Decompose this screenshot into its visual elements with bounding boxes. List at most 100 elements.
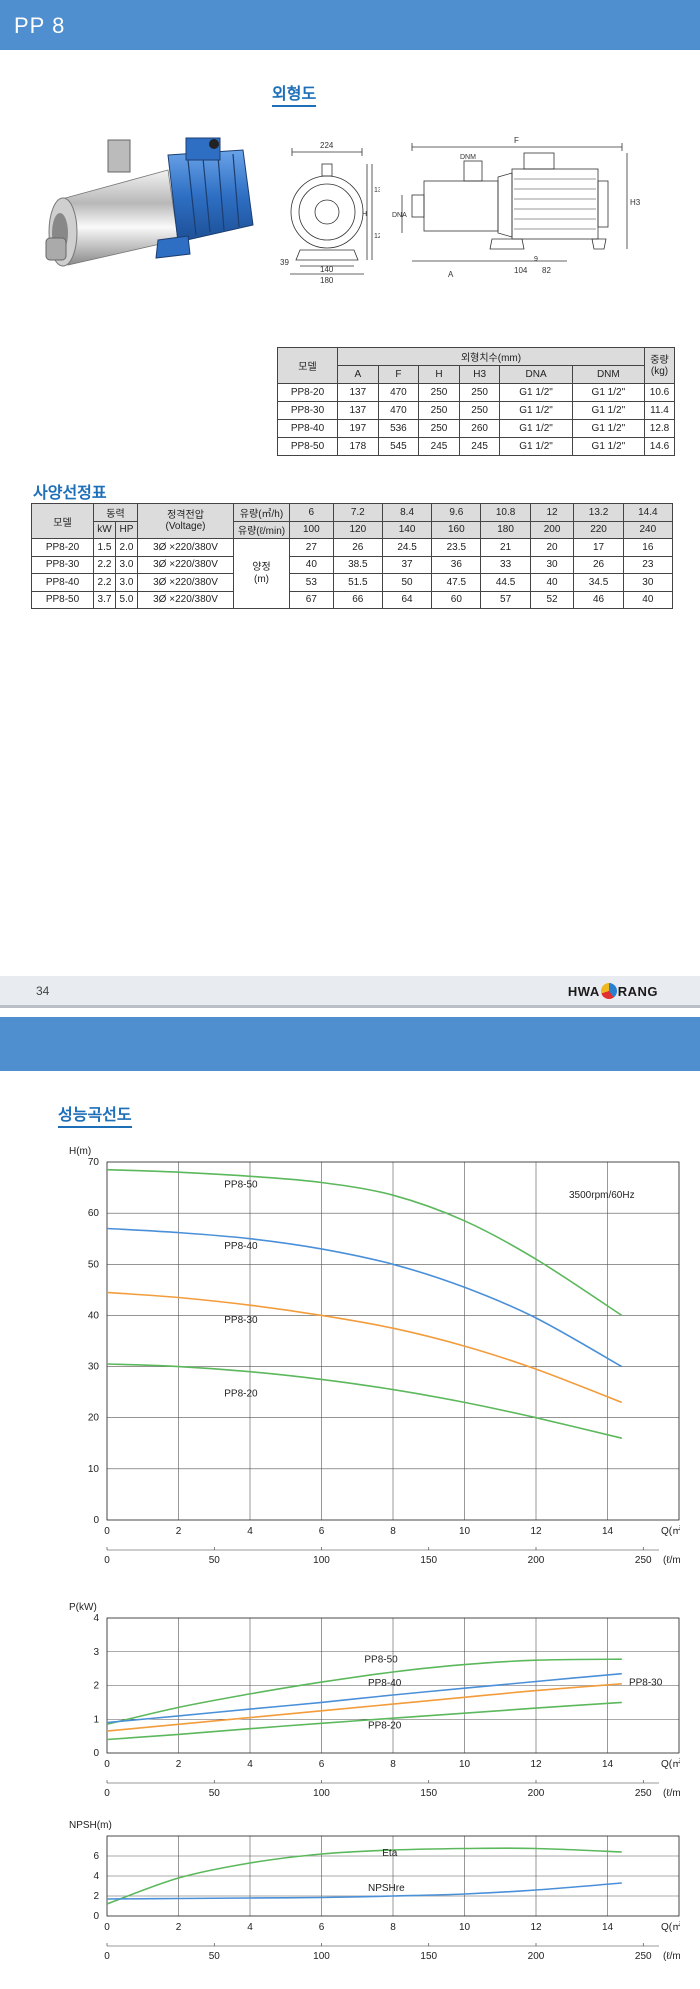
dim-table-group-header: 외형치수(mm) — [337, 347, 645, 366]
x2-tick-label: 150 — [420, 1951, 437, 1962]
spec-flow-m3h-cell: 13.2 — [573, 503, 624, 522]
table-cell: 40 — [289, 555, 334, 574]
x2-tick-label: 250 — [635, 1951, 652, 1962]
y-tick-label: 10 — [88, 1464, 100, 1475]
table-cell: 197 — [337, 419, 379, 438]
table-cell: PP8-20 — [277, 383, 338, 402]
y-tick-label: 6 — [93, 1851, 99, 1862]
dim-224: 224 — [320, 141, 334, 150]
series-line — [106, 1363, 622, 1439]
x-tick-label: 6 — [319, 1759, 325, 1770]
spec-table: 모델 동력 정격전압 (Voltage) 유량(㎥/h) 6 7.2 8.4 9.6 10… — [31, 503, 674, 609]
spec-flow-m3h-cell: 14.4 — [622, 503, 674, 522]
table-cell: G1 1/2" — [499, 419, 573, 438]
dim-A: A — [448, 270, 454, 279]
table-cell: 3Ø ×220/380V — [137, 590, 234, 609]
x-axis-label: Q(㎥/h) — [661, 1757, 680, 1770]
x-tick-label: 12 — [530, 1922, 542, 1933]
table-cell: 51.5 — [332, 573, 383, 592]
table-cell: 36 — [431, 555, 482, 574]
dim-39: 39 — [280, 258, 289, 267]
table-cell: 245 — [418, 437, 460, 456]
dim-table-model-header: 모델 — [277, 347, 338, 384]
table-cell: G1 1/2" — [571, 401, 646, 420]
x-tick-label: 10 — [459, 1526, 471, 1537]
x2-tick-label: 0 — [104, 1555, 110, 1566]
table-cell: 27 — [289, 538, 334, 557]
spec-kw-header: kW — [93, 520, 116, 539]
table-cell: PP8-40 — [277, 419, 338, 438]
table-cell: 50 — [381, 573, 433, 592]
table-cell: 536 — [377, 419, 420, 438]
table-cell: G1 1/2" — [571, 437, 646, 456]
dim-9: 9 — [534, 256, 538, 263]
x-tick-label: 14 — [602, 1922, 614, 1933]
page-header-bar: PP 8 — [0, 0, 700, 50]
table-cell: 5.0 — [115, 590, 138, 609]
y-tick-label: 1 — [93, 1714, 99, 1725]
dim-H: H — [362, 211, 367, 218]
table-cell: 64 — [381, 590, 433, 609]
y-tick-label: 0 — [93, 1748, 99, 1759]
table-cell: PP8-30 — [31, 555, 94, 574]
y-tick-label: 40 — [88, 1310, 100, 1321]
table-row: PP8-30 137 470 250 250 G1 1/2" G1 1/2" 11.4 — [277, 401, 675, 420]
x-tick-label: 6 — [319, 1526, 325, 1537]
x2-tick-label: 0 — [104, 1951, 110, 1962]
x2-tick-label: 50 — [209, 1555, 221, 1566]
series-label: PP8-30 — [629, 1678, 663, 1689]
table-cell: 470 — [377, 401, 420, 420]
x-tick-label: 0 — [104, 1526, 110, 1537]
x2-tick-label: 250 — [635, 1788, 652, 1799]
x-tick-label: 10 — [459, 1922, 471, 1933]
table-cell: 2.0 — [115, 538, 138, 557]
spec-flow-lmin-cell: 120 — [332, 520, 383, 539]
spec-flow-lmin-label: 유량(ℓ/min) — [233, 520, 290, 539]
series-label: PP8-20 — [368, 1721, 402, 1732]
x2-axis-label: (ℓ/min) — [663, 1555, 680, 1566]
series-label: PP8-20 — [224, 1389, 258, 1400]
dim-table-col-header: H3 — [458, 365, 501, 384]
table-cell: G1 1/2" — [571, 419, 646, 438]
table-cell: 3Ø ×220/380V — [137, 573, 234, 592]
x2-tick-label: 100 — [313, 1788, 330, 1799]
dim-F: F — [514, 136, 519, 145]
spec-hp-header: HP — [115, 520, 138, 539]
x-tick-label: 0 — [104, 1922, 110, 1933]
table-cell: 60 — [431, 590, 482, 609]
table-cell: G1 1/2" — [571, 383, 646, 402]
dim-120: 120 — [374, 233, 380, 240]
table-cell: 44.5 — [480, 573, 531, 592]
dim-H3: H3 — [630, 198, 641, 207]
table-cell: 34.5 — [573, 573, 624, 592]
table-cell: 20 — [529, 538, 575, 557]
table-cell: 178 — [337, 437, 379, 456]
table-cell: G1 1/2" — [499, 437, 573, 456]
section-title-outline: 외형도 — [272, 80, 317, 107]
spec-flow-lmin-cell: 180 — [480, 520, 531, 539]
x-tick-label: 14 — [602, 1759, 614, 1770]
dim-table-weight-header: 중량 (kg) — [644, 347, 675, 384]
series-label: NPSHre — [368, 1883, 405, 1894]
spec-flow-m3h-cell: 8.4 — [381, 503, 433, 522]
section-title-spec: 사양선정표 — [33, 479, 107, 506]
series-label: PP8-40 — [224, 1241, 258, 1252]
table-cell: 3Ø ×220/380V — [137, 555, 234, 574]
page-footer: 34 HWA RANG — [0, 976, 700, 1008]
table-cell: 470 — [377, 383, 420, 402]
y-axis-label: NPSH(m) — [69, 1820, 112, 1831]
table-cell: 24.5 — [381, 538, 433, 557]
table-cell: 40 — [622, 590, 674, 609]
x2-axis-label: (ℓ/min) — [663, 1788, 680, 1799]
x-tick-label: 6 — [319, 1922, 325, 1933]
x-tick-label: 4 — [247, 1759, 253, 1770]
y-tick-label: 70 — [88, 1157, 100, 1168]
table-cell: 26 — [573, 555, 624, 574]
table-row: PP8-20 1.5 2.0 3Ø ×220/380V 양정 (m) 27 26 24.5 23.… — [31, 538, 674, 609]
chart-annotation: 3500rpm/60Hz — [569, 1190, 635, 1201]
table-row: PP8-40 2.2 3.0 3Ø ×220/380V 53 51.5 50 47.5 44.5… — [31, 573, 674, 592]
spec-flow-m3h-label: 유량(㎥/h) — [233, 503, 290, 522]
y-axis-label: H(m) — [69, 1146, 91, 1157]
dim-table-col-header: DNM — [571, 365, 646, 384]
table-row: PP8-50 178 545 245 245 G1 1/2" G1 1/2" 14.6 — [277, 437, 675, 456]
